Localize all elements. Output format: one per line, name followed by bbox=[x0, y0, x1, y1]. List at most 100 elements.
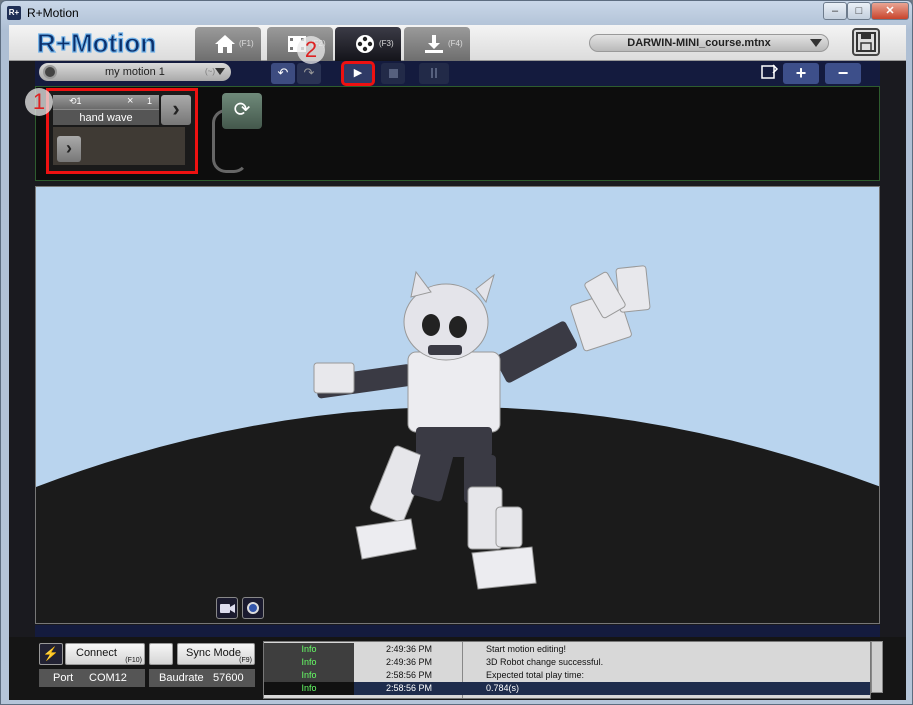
log-row[interactable]: Info 2:49:36 PM 3D Robot change successf… bbox=[264, 656, 870, 669]
record-button[interactable] bbox=[242, 597, 264, 619]
status-bar: ⚡ Connect (F10) Sync Mode (F9) Port COM1… bbox=[9, 637, 906, 700]
save-button[interactable] bbox=[852, 28, 880, 56]
sync-label: Sync Mode bbox=[186, 647, 242, 659]
log-message: Expected total play time: bbox=[486, 670, 585, 680]
times-icon: × bbox=[127, 95, 134, 107]
maximize-button[interactable]: □ bbox=[847, 2, 871, 20]
log-level: Info bbox=[264, 682, 354, 695]
baudrate-value: 57600 bbox=[213, 672, 244, 684]
record-icon bbox=[247, 602, 259, 614]
port-label: Port bbox=[53, 672, 74, 684]
app-icon: R+ bbox=[7, 6, 21, 20]
log-time: 2:58:56 PM bbox=[385, 670, 433, 680]
motion-select[interactable]: my motion 1 (~) bbox=[39, 63, 231, 81]
file-select[interactable]: DARWIN-MINI_course.mtnx bbox=[589, 34, 829, 52]
remove-step-button[interactable]: − bbox=[825, 63, 861, 84]
motion-block[interactable]: ⟲1 × 1 hand wave › › bbox=[46, 88, 198, 174]
tab-motion[interactable]: (F3) bbox=[335, 27, 401, 61]
log-row[interactable]: Info 2:49:36 PM Start motion editing! bbox=[264, 643, 870, 656]
motion-toolbar: my motion 1 (~) ↶ ↷ ▶ + − bbox=[35, 61, 880, 86]
undo-button[interactable]: ↶ bbox=[271, 63, 295, 84]
chevron-right-icon: › bbox=[66, 138, 72, 158]
connect-label: Connect bbox=[76, 647, 117, 659]
sync-page-icon bbox=[761, 64, 779, 79]
log-level: Info bbox=[264, 656, 354, 669]
home-icon bbox=[215, 35, 235, 53]
plus-icon: + bbox=[795, 63, 807, 83]
log-message: Start motion editing! bbox=[486, 644, 567, 654]
log-row-selected[interactable]: Info 2:58:56 PM 0.784(s) bbox=[264, 682, 870, 695]
connect-key: (F10) bbox=[125, 657, 142, 664]
minimize-button[interactable]: – bbox=[823, 2, 847, 20]
motion-name: my motion 1 bbox=[105, 66, 165, 78]
motion-reel-icon bbox=[356, 35, 374, 53]
close-button[interactable]: ✕ bbox=[871, 2, 909, 20]
header-bar: R+Motion (F1) (F2) (F3) (F4) DARWIN-MINI… bbox=[9, 25, 906, 61]
log-time: 2:49:36 PM bbox=[385, 644, 433, 654]
pause-icon bbox=[431, 68, 437, 78]
port-value: COM12 bbox=[89, 672, 127, 684]
add-step-button[interactable]: + bbox=[783, 63, 819, 84]
motion-block-header: ⟲1 × 1 bbox=[53, 95, 159, 109]
log-level: Info bbox=[264, 643, 354, 656]
title-bar: R+ R+Motion – □ ✕ bbox=[1, 1, 912, 25]
step-badge-1: 1 bbox=[25, 88, 53, 116]
connect-button[interactable]: Connect (F10) bbox=[65, 643, 145, 665]
chevron-down-icon bbox=[810, 39, 822, 47]
pause-button[interactable] bbox=[419, 63, 449, 84]
undo-icon: ↶ bbox=[277, 65, 289, 80]
motion-hint: (~) bbox=[205, 67, 215, 76]
next-arrow-button[interactable]: › bbox=[161, 95, 191, 125]
motion-timeline: ⟲1 × 1 hand wave › › ⟳ bbox=[35, 86, 880, 181]
log-message: 3D Robot change successful. bbox=[486, 657, 604, 667]
loop-button[interactable]: ⟳ bbox=[222, 93, 262, 129]
download-icon bbox=[425, 35, 443, 53]
chevron-down-icon bbox=[215, 68, 225, 75]
video-camera-icon bbox=[220, 604, 235, 613]
tab-download[interactable]: (F4) bbox=[404, 27, 470, 61]
log-scrollbar[interactable] bbox=[871, 641, 883, 693]
robot-3d-viewport[interactable] bbox=[35, 186, 880, 624]
log-time: 2:58:56 PM bbox=[385, 683, 433, 693]
log-message: 0.784(s) bbox=[486, 683, 520, 693]
log-row[interactable]: Info 2:58:56 PM Expected total play time… bbox=[264, 669, 870, 682]
baudrate-label: Baudrate bbox=[159, 672, 204, 684]
viewport-footer-strip bbox=[35, 625, 880, 637]
play-icon: ▶ bbox=[353, 67, 363, 79]
redo-button[interactable]: ↷ bbox=[297, 63, 321, 84]
times-count: 1 bbox=[147, 96, 153, 106]
motion-block-name[interactable]: hand wave bbox=[53, 109, 159, 125]
sync-mode-button[interactable]: Sync Mode (F9) bbox=[177, 643, 255, 665]
logo-text: R+Motion bbox=[37, 28, 156, 57]
log-level: Info bbox=[264, 669, 354, 682]
loop-icon: ⟲1 bbox=[69, 96, 82, 106]
redo-icon: ↷ bbox=[303, 65, 315, 80]
port-field[interactable]: Port COM12 bbox=[39, 669, 145, 687]
tab-home-key: (F1) bbox=[239, 39, 254, 48]
reel-icon bbox=[43, 65, 57, 79]
stop-icon bbox=[388, 69, 398, 78]
log-panel[interactable]: Info 2:49:36 PM Start motion editing! In… bbox=[263, 641, 871, 699]
play-button[interactable]: ▶ bbox=[341, 61, 375, 86]
camera-button[interactable] bbox=[216, 597, 238, 619]
step-badge-2: 2 bbox=[297, 36, 325, 64]
tab-download-key: (F4) bbox=[448, 39, 463, 48]
connection-icon: ⚡ bbox=[39, 643, 63, 665]
exit-arrow-button[interactable]: › bbox=[57, 136, 81, 162]
app-window: R+ R+Motion – □ ✕ R+Motion (F1) (F2) (F3… bbox=[0, 0, 913, 705]
baudrate-field[interactable]: Baudrate 57600 bbox=[149, 669, 255, 687]
repeat-icon: ⟳ bbox=[233, 99, 251, 121]
robot-scene bbox=[36, 265, 879, 623]
tab-home[interactable]: (F1) bbox=[195, 27, 261, 61]
connection-status-indicator bbox=[149, 643, 173, 665]
stop-button[interactable] bbox=[381, 63, 405, 84]
sync-key: (F9) bbox=[239, 657, 252, 664]
app-logo: R+Motion bbox=[36, 27, 156, 57]
window-title: R+Motion bbox=[27, 6, 79, 20]
sync-page-button[interactable] bbox=[757, 63, 781, 84]
file-name: DARWIN-MINI_course.mtnx bbox=[627, 37, 771, 49]
loop-count: 1 bbox=[76, 96, 82, 106]
log-time: 2:49:36 PM bbox=[385, 657, 433, 667]
client-area: R+Motion (F1) (F2) (F3) (F4) DARWIN-MINI… bbox=[9, 25, 906, 700]
tab-motion-key: (F3) bbox=[379, 39, 394, 48]
